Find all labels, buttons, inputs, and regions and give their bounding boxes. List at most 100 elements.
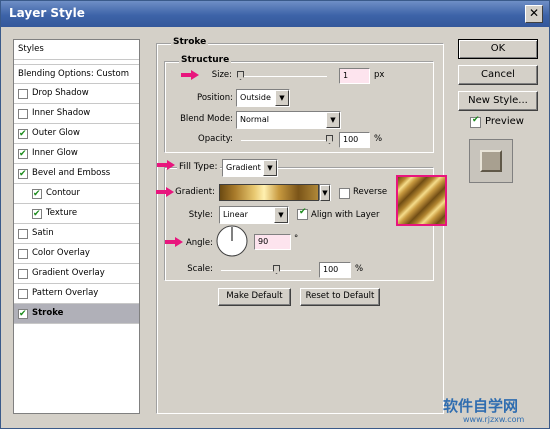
scale-label: Scale:: [187, 264, 213, 274]
style-checkbox[interactable]: [18, 145, 28, 163]
style-item-bevel-and-emboss[interactable]: Bevel and Emboss: [14, 164, 139, 184]
close-button[interactable]: ✕: [525, 5, 543, 23]
layer-style-dialog: Layer Style ✕ Styles Blending Options: C…: [0, 0, 550, 429]
style-item-label: Drop Shadow: [32, 88, 89, 98]
style-checkbox[interactable]: [18, 125, 28, 143]
style-item-label: Stroke: [32, 308, 64, 318]
style-item-texture[interactable]: Texture: [14, 204, 139, 224]
style-checkbox[interactable]: [18, 109, 28, 119]
angle-unit: °: [294, 234, 299, 244]
style-item-color-overlay[interactable]: Color Overlay: [14, 244, 139, 264]
size-label: Size:: [211, 70, 232, 80]
pointer-arrow-icon: [165, 237, 183, 247]
align-with-layer-checkbox[interactable]: [297, 207, 308, 220]
style-item-inner-shadow[interactable]: Inner Shadow: [14, 104, 139, 124]
scale-unit: %: [355, 264, 364, 274]
fill-type-value: Gradient: [226, 163, 261, 172]
style-preview-thumbnail: [469, 139, 513, 183]
style-item-outer-glow[interactable]: Outer Glow: [14, 124, 139, 144]
style-label: Style:: [188, 210, 213, 220]
gradient-dropdown[interactable]: ▼: [319, 184, 331, 201]
scale-input[interactable]: 100: [319, 262, 351, 278]
style-item-label: Pattern Overlay: [32, 288, 99, 298]
cancel-button[interactable]: Cancel: [458, 65, 538, 85]
style-checkbox[interactable]: [18, 269, 28, 279]
style-checkbox[interactable]: [32, 185, 42, 203]
stroke-group-title: Stroke: [171, 37, 209, 47]
chevron-down-icon: ▼: [274, 207, 288, 223]
preview-label: Preview: [485, 116, 524, 127]
watermark-text: 软件自学网: [443, 397, 519, 415]
chevron-down-icon: ▼: [326, 112, 340, 128]
blending-options-item[interactable]: Blending Options: Custom: [14, 64, 139, 84]
style-item-label: Outer Glow: [32, 128, 80, 138]
style-item-label: Texture: [46, 208, 78, 218]
blend-mode-select[interactable]: Normal ▼: [236, 111, 341, 129]
align-with-layer-label: Align with Layer: [311, 210, 380, 220]
watermark-url: www.rjzxw.com: [463, 415, 525, 424]
new-style-button[interactable]: New Style...: [458, 91, 538, 111]
style-checkbox[interactable]: [18, 249, 28, 259]
style-checkbox[interactable]: [32, 205, 42, 223]
fill-type-label: Fill Type:: [177, 162, 220, 172]
chevron-down-icon: ▼: [320, 185, 330, 201]
styles-list: Styles Blending Options: Custom Drop Sha…: [13, 39, 140, 414]
opacity-slider[interactable]: [241, 135, 333, 144]
blend-mode-value: Normal: [240, 115, 269, 124]
style-item-drop-shadow[interactable]: Drop Shadow: [14, 84, 139, 104]
position-value: Outside: [240, 93, 271, 102]
chevron-down-icon: ▼: [263, 160, 277, 176]
gradient-preview-image: [396, 175, 447, 226]
style-item-label: Inner Shadow: [32, 108, 91, 118]
angle-input[interactable]: 90: [254, 234, 291, 250]
opacity-input[interactable]: 100: [339, 132, 370, 148]
style-item-label: Bevel and Emboss: [32, 168, 111, 178]
style-select[interactable]: Linear ▼: [219, 206, 289, 224]
size-input[interactable]: 1: [339, 68, 370, 84]
opacity-label: Opacity:: [198, 134, 233, 144]
opacity-unit: %: [374, 134, 383, 144]
pointer-arrow-icon: [156, 187, 174, 197]
style-item-label: Satin: [32, 228, 54, 238]
reverse-checkbox[interactable]: [339, 188, 350, 199]
make-default-button[interactable]: Make Default: [218, 288, 291, 306]
ok-button[interactable]: OK: [458, 39, 538, 59]
structure-title: Structure: [179, 55, 232, 65]
style-checkbox[interactable]: [18, 89, 28, 99]
reverse-label: Reverse: [353, 187, 388, 197]
position-label: Position:: [197, 93, 233, 103]
style-item-label: Color Overlay: [32, 248, 90, 258]
style-item-stroke[interactable]: Stroke: [14, 304, 139, 324]
position-select[interactable]: Outside ▼: [236, 89, 290, 107]
style-item-contour[interactable]: Contour: [14, 184, 139, 204]
style-item-pattern-overlay[interactable]: Pattern Overlay: [14, 284, 139, 304]
title-bar: Layer Style ✕: [1, 1, 549, 27]
styles-header[interactable]: Styles: [14, 40, 139, 60]
close-icon: ✕: [528, 6, 540, 20]
blend-mode-label: Blend Mode:: [180, 114, 233, 124]
style-checkbox[interactable]: [18, 305, 28, 323]
size-unit: px: [374, 70, 385, 80]
preview-bevel-shape: [480, 150, 502, 172]
style-checkbox[interactable]: [18, 229, 28, 239]
watermark-logo: 软件自学网 www.rjzxw.com: [429, 395, 547, 427]
angle-label: Angle:: [185, 238, 213, 248]
style-checkbox[interactable]: [18, 289, 28, 299]
style-item-label: Contour: [46, 188, 80, 198]
style-item-inner-glow[interactable]: Inner Glow: [14, 144, 139, 164]
style-item-gradient-overlay[interactable]: Gradient Overlay: [14, 264, 139, 284]
chevron-down-icon: ▼: [275, 90, 289, 106]
gradient-label: Gradient:: [175, 187, 215, 197]
pointer-arrow-icon: [181, 70, 199, 80]
style-checkbox[interactable]: [18, 165, 28, 183]
size-slider[interactable]: [237, 71, 327, 80]
style-item-satin[interactable]: Satin: [14, 224, 139, 244]
angle-dial[interactable]: [216, 225, 248, 257]
gradient-swatch[interactable]: [219, 184, 319, 201]
fill-type-select[interactable]: Gradient ▼: [222, 159, 278, 177]
pointer-arrow-icon: [157, 160, 175, 170]
preview-checkbox[interactable]: [470, 115, 481, 128]
reset-to-default-button[interactable]: Reset to Default: [300, 288, 380, 306]
scale-slider[interactable]: [221, 265, 311, 274]
style-item-label: Inner Glow: [32, 148, 78, 158]
